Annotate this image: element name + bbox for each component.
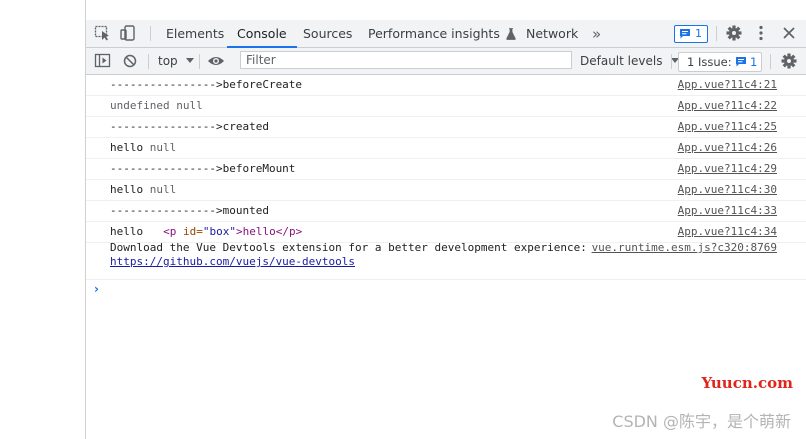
element-tag-close: >hello</p> [236, 225, 303, 238]
toolbar-separator [770, 54, 771, 69]
undefined-value: undefined [110, 99, 170, 112]
console-message-text: hello null [110, 180, 176, 200]
string-value: hello [110, 225, 144, 238]
tab-performance-insights[interactable]: Performance insights [368, 20, 516, 47]
console-message-row: hello null App.vue?11c4:26 [86, 138, 806, 159]
more-tabs-button[interactable]: » [592, 20, 601, 47]
message-icon [679, 28, 691, 39]
console-message-row: ---------------->created App.vue?11c4:25 [86, 117, 806, 138]
console-toolbar: top Default levels 1 Issue: 1 [86, 48, 806, 75]
console-message-text: ---------------->beforeMount [110, 162, 296, 175]
console-message-text: hello <p id="box">hello</p> [110, 222, 302, 242]
issue-message-icon [735, 56, 747, 67]
console-message-row: hello null App.vue?11c4:30 [86, 180, 806, 201]
prompt-chevron-icon: › [94, 282, 99, 296]
source-link[interactable]: vue.runtime.esm.js?c320:8769 [592, 241, 777, 255]
source-link[interactable]: App.vue?11c4:22 [678, 96, 777, 116]
console-message-row: hello <p id="box">hello</p> App.vue?11c4:… [86, 222, 806, 243]
issues-label: 1 Issue: [687, 55, 732, 69]
devtools-panel: Elements Console Sources Performance ins… [86, 20, 806, 439]
source-link[interactable]: App.vue?11c4:30 [678, 180, 777, 200]
value-separator [143, 141, 150, 154]
source-link[interactable]: App.vue?11c4:34 [678, 222, 777, 242]
tab-sources[interactable]: Sources [303, 20, 352, 47]
null-value: null [149, 141, 177, 154]
tab-elements[interactable]: Elements [166, 20, 224, 47]
more-options-icon[interactable] [752, 25, 770, 41]
settings-gear-icon[interactable] [725, 25, 743, 41]
flask-icon [506, 28, 516, 40]
console-message-row: ---------------->beforeCreate App.vue?11… [86, 75, 806, 96]
issues-counter-button[interactable]: 1 Issue: 1 [678, 52, 762, 72]
dom-element-node[interactable]: <p id="box">hello</p> [143, 225, 302, 238]
string-value: hello [110, 183, 144, 196]
clear-console-icon[interactable] [122, 53, 140, 69]
issues-count: 1 [750, 55, 758, 69]
source-link[interactable]: App.vue?11c4:33 [678, 201, 777, 221]
live-expression-eye-icon[interactable] [207, 53, 225, 69]
site-watermark: Yuucn.com [701, 374, 794, 392]
console-message-text: undefined null [110, 96, 203, 116]
tab-performance-insights-label: Performance insights [368, 26, 500, 41]
value-separator [143, 183, 150, 196]
element-attr-name: id= [176, 225, 203, 238]
console-message-row: ---------------->beforeMount App.vue?11c… [86, 159, 806, 180]
console-message-text: Download the Vue Devtools extension for … [110, 241, 587, 269]
toolbar-separator [148, 54, 149, 69]
csdn-watermark: CSDN @陈宇，是个萌新 [612, 412, 791, 431]
console-messages-count: 1 [695, 27, 702, 40]
device-toolbar-icon[interactable] [120, 25, 138, 41]
element-attr-value: "box" [202, 225, 236, 238]
string-value: hello [110, 141, 144, 154]
console-message-text: ---------------->created [110, 120, 269, 133]
console-messages: ---------------->beforeCreate App.vue?11… [86, 75, 806, 300]
page-content-area [0, 0, 86, 439]
console-settings-gear-icon[interactable] [780, 53, 798, 69]
null-value: null [149, 183, 177, 196]
devtools-top-gap [86, 0, 806, 20]
context-selector-value: top [158, 54, 178, 68]
console-message-row: undefined null App.vue?11c4:22 [86, 96, 806, 117]
source-link[interactable]: App.vue?11c4:29 [678, 159, 777, 179]
console-message-text: ---------------->beforeCreate [110, 78, 303, 91]
context-selector[interactable]: top [158, 48, 194, 74]
toolbar-separator [671, 54, 672, 69]
source-link[interactable]: App.vue?11c4:26 [678, 138, 777, 158]
console-messages-badge[interactable]: 1 [674, 25, 708, 43]
source-link[interactable]: App.vue?11c4:25 [678, 117, 777, 137]
tab-console[interactable]: Console [227, 20, 297, 48]
vue-devtools-link[interactable]: https://github.com/vuejs/vue-devtools [110, 255, 355, 268]
inspect-element-icon[interactable] [94, 25, 112, 41]
console-filter-input[interactable] [240, 51, 572, 69]
sidebar-toggle-icon[interactable] [94, 53, 112, 69]
devtools-tab-bar: Elements Console Sources Performance ins… [86, 20, 806, 48]
console-message-text: hello null [110, 138, 176, 158]
console-prompt-row[interactable]: › [86, 280, 806, 300]
log-levels-dropdown[interactable]: Default levels [580, 48, 680, 74]
console-message-row: ---------------->mounted App.vue?11c4:33 [86, 201, 806, 222]
tab-separator [716, 26, 717, 41]
console-message-row: Download the Vue Devtools extension for … [86, 241, 806, 280]
log-levels-label: Default levels [580, 54, 663, 68]
dropdown-arrow-icon [185, 58, 194, 64]
devtools-extension-text: Download the Vue Devtools extension for … [110, 241, 587, 254]
console-message-text: ---------------->mounted [110, 204, 269, 217]
close-icon[interactable] [780, 25, 798, 41]
source-link[interactable]: App.vue?11c4:21 [678, 75, 777, 95]
null-value: null [176, 99, 203, 112]
tab-network[interactable]: Network [526, 20, 578, 47]
element-tag-open: <p [163, 225, 177, 238]
tab-separator [150, 26, 151, 41]
toolbar-separator [199, 54, 200, 69]
